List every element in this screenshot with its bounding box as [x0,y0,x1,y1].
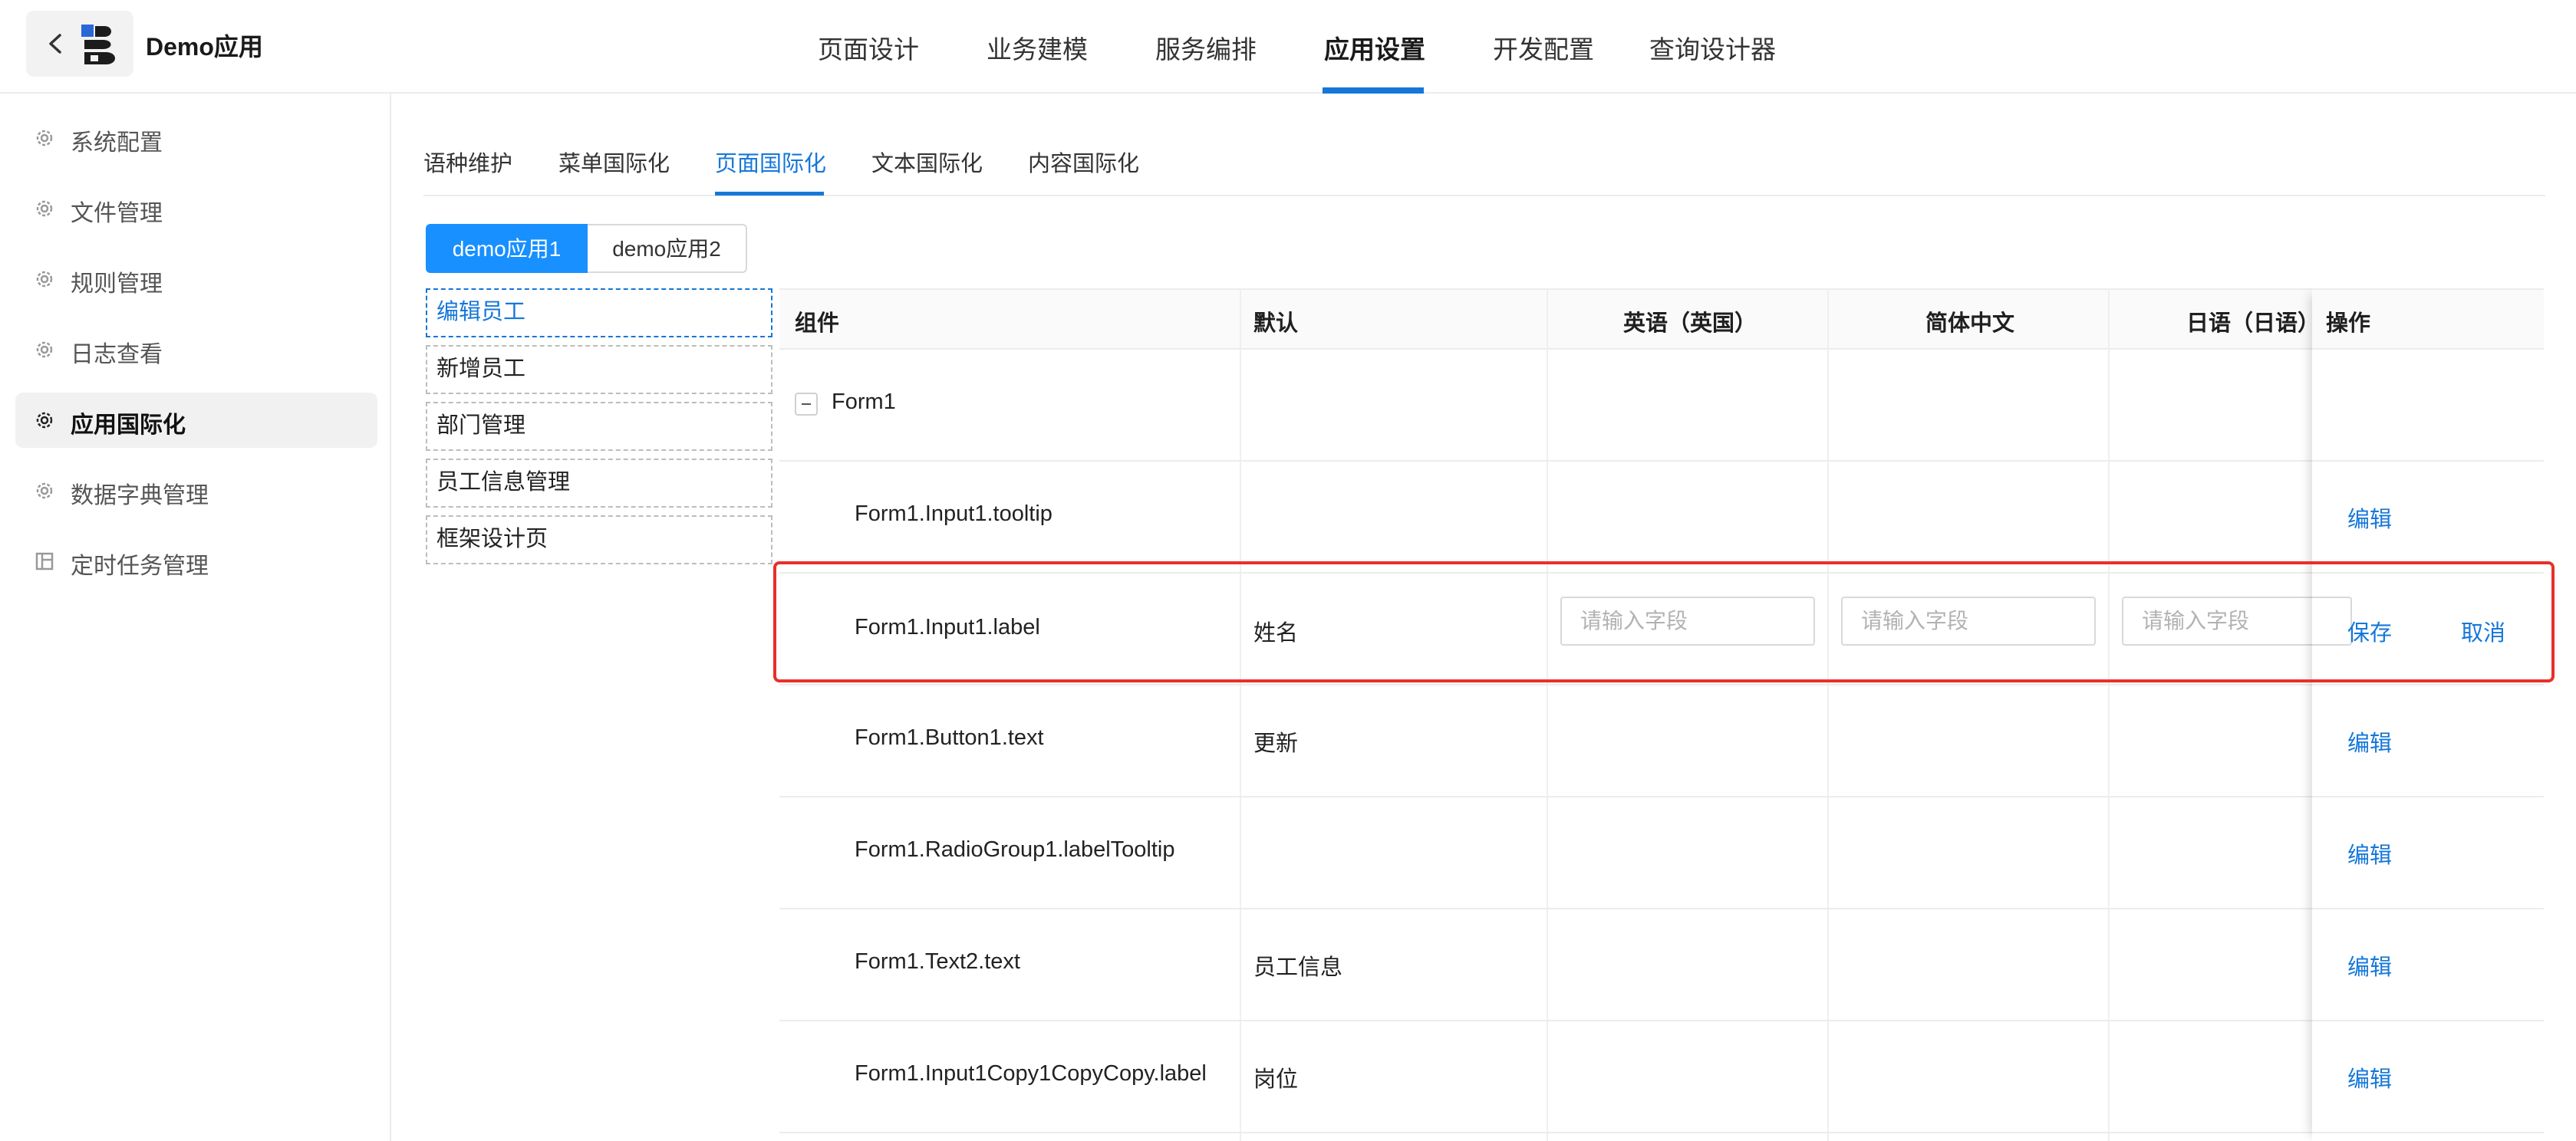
app-option-demo1[interactable]: demo应用1 [426,224,588,273]
app-logo-icon [81,25,115,64]
tab-text-i18n[interactable]: 文本国际化 [871,146,983,178]
app-option-demo2[interactable]: demo应用2 [588,224,747,273]
i18n-table: 组件 默认 英语（英国） 简体中文 日语（日语） 操作 Form1 Form1.… [779,288,2544,1141]
component-key: Form1.Input1.label [855,615,1040,640]
nav-page-design[interactable]: 页面设计 [818,29,919,66]
tab-content-i18n[interactable]: 内容国际化 [1028,146,1139,178]
page-item-department[interactable]: 部门管理 [426,402,772,451]
layout-icon [35,552,54,570]
table-row-group: Form1 [779,350,2544,462]
component-key: Form1.Button1.text [855,725,1044,750]
nav-dev-config[interactable]: 开发配置 [1493,29,1594,66]
tab-page-i18n[interactable]: 页面国际化 [715,146,826,178]
sidebar-item-rules[interactable]: 规则管理 [15,252,377,307]
sidebar-item-label: 规则管理 [71,271,163,297]
component-key: Form1.Input1.tooltip [855,501,1052,526]
sidebar-item-label: 应用国际化 [71,413,186,438]
edit-button[interactable]: 编辑 [2347,501,2392,534]
table-row: Form1.Button1.text 更新 编辑 [779,686,2544,797]
column-header-default: 默认 [1253,311,1299,336]
table-row: Form1.Input1Copy1CopyCopy.label 岗位 编辑 [779,1021,2544,1133]
nav-business-model[interactable]: 业务建模 [987,29,1088,66]
component-key: Form1.RadioGroup1.labelTooltip [855,837,1175,862]
app-name: Demo应用 [146,33,263,61]
gear-icon [36,341,53,358]
edit-button[interactable]: 编辑 [2347,837,2392,870]
gear-icon [36,130,53,146]
group-label: Form1 [832,390,896,414]
nav-query-designer[interactable]: 查询设计器 [1649,29,1776,66]
column-header-simplified-chinese: 简体中文 [1925,311,2015,336]
edit-button[interactable]: 编辑 [2347,725,2392,758]
nav-app-settings[interactable]: 应用设置 [1324,29,1425,66]
default-value: 岗位 [1253,1067,1299,1092]
table-row: Form1.Input1.tooltip 编辑 [779,462,2544,574]
japanese-input[interactable] [2122,597,2352,646]
app-header: Demo应用 页面设计 业务建模 服务编排 应用设置 开发配置 查询设计器 [0,0,2576,94]
app-brand [26,11,133,77]
sidebar-item-label: 文件管理 [71,201,163,226]
save-button[interactable]: 保存 [2347,615,2392,647]
collapse-icon[interactable] [795,393,818,416]
nav-service-orchestration[interactable]: 服务编排 [1155,29,1257,66]
sidebar-item-scheduled-tasks[interactable]: 定时任务管理 [15,534,377,589]
column-header-japanese: 日语（日语） [2186,311,2321,336]
simplified-chinese-input[interactable] [1841,597,2096,646]
gear-icon [36,482,53,499]
default-value: 更新 [1253,732,1299,756]
page-item-edit-employee[interactable]: 编辑员工 [426,288,772,337]
tab-language-maintenance[interactable]: 语种维护 [423,146,512,178]
subtabs: 语种维护 菜单国际化 页面国际化 文本国际化 内容国际化 [423,135,2545,196]
sidebar-item-label: 定时任务管理 [71,554,209,579]
default-value: 姓名 [1253,621,1299,646]
sidebar-item-file-management[interactable]: 文件管理 [15,181,377,236]
table-row: Form1.Text2.text 员工信息 编辑 [779,909,2544,1021]
component-key: Form1.Text2.text [855,949,1020,974]
subtab-active-indicator [715,192,824,196]
page-item-add-employee[interactable]: 新增员工 [426,345,772,394]
gear-icon [36,271,53,288]
sidebar-item-label: 数据字典管理 [71,483,209,508]
table-row: Form1.RadioGroup1.labelTooltip 编辑 [779,797,2544,909]
page-item-employee-info[interactable]: 员工信息管理 [426,459,772,508]
sidebar: 系统配置 文件管理 规则管理 日志查看 应用国际化 数据字典管理 定时任务管理 [0,94,391,1141]
nav-active-indicator [1323,87,1424,94]
table-header: 组件 默认 英语（英国） 简体中文 日语（日语） 操作 [779,288,2544,350]
sidebar-item-label: 日志查看 [71,342,163,367]
gear-icon [36,200,53,217]
column-header-actions: 操作 [2326,311,2371,336]
table-row-editing: Form1.Input1.label 姓名 保存 取消 [779,574,2544,686]
sidebar-item-system-config[interactable]: 系统配置 [15,110,377,166]
page-item-frame-design[interactable]: 框架设计页 [426,515,772,564]
english-input[interactable] [1560,597,1815,646]
cancel-button[interactable]: 取消 [2461,615,2505,647]
column-header-component: 组件 [795,311,840,336]
gear-icon [36,412,53,429]
column-header-english: 英语（英国） [1623,311,1757,336]
sidebar-item-label: 系统配置 [71,130,163,156]
sidebar-item-logs[interactable]: 日志查看 [15,322,377,377]
sidebar-item-data-dictionary[interactable]: 数据字典管理 [15,463,377,518]
default-value: 员工信息 [1253,955,1343,980]
back-arrow-icon[interactable] [41,29,69,58]
component-key: Form1.Input1Copy1CopyCopy.label [855,1061,1207,1086]
sidebar-item-i18n[interactable]: 应用国际化 [15,393,377,448]
edit-button[interactable]: 编辑 [2347,949,2392,982]
tab-menu-i18n[interactable]: 菜单国际化 [558,146,670,178]
edit-button[interactable]: 编辑 [2347,1061,2392,1093]
